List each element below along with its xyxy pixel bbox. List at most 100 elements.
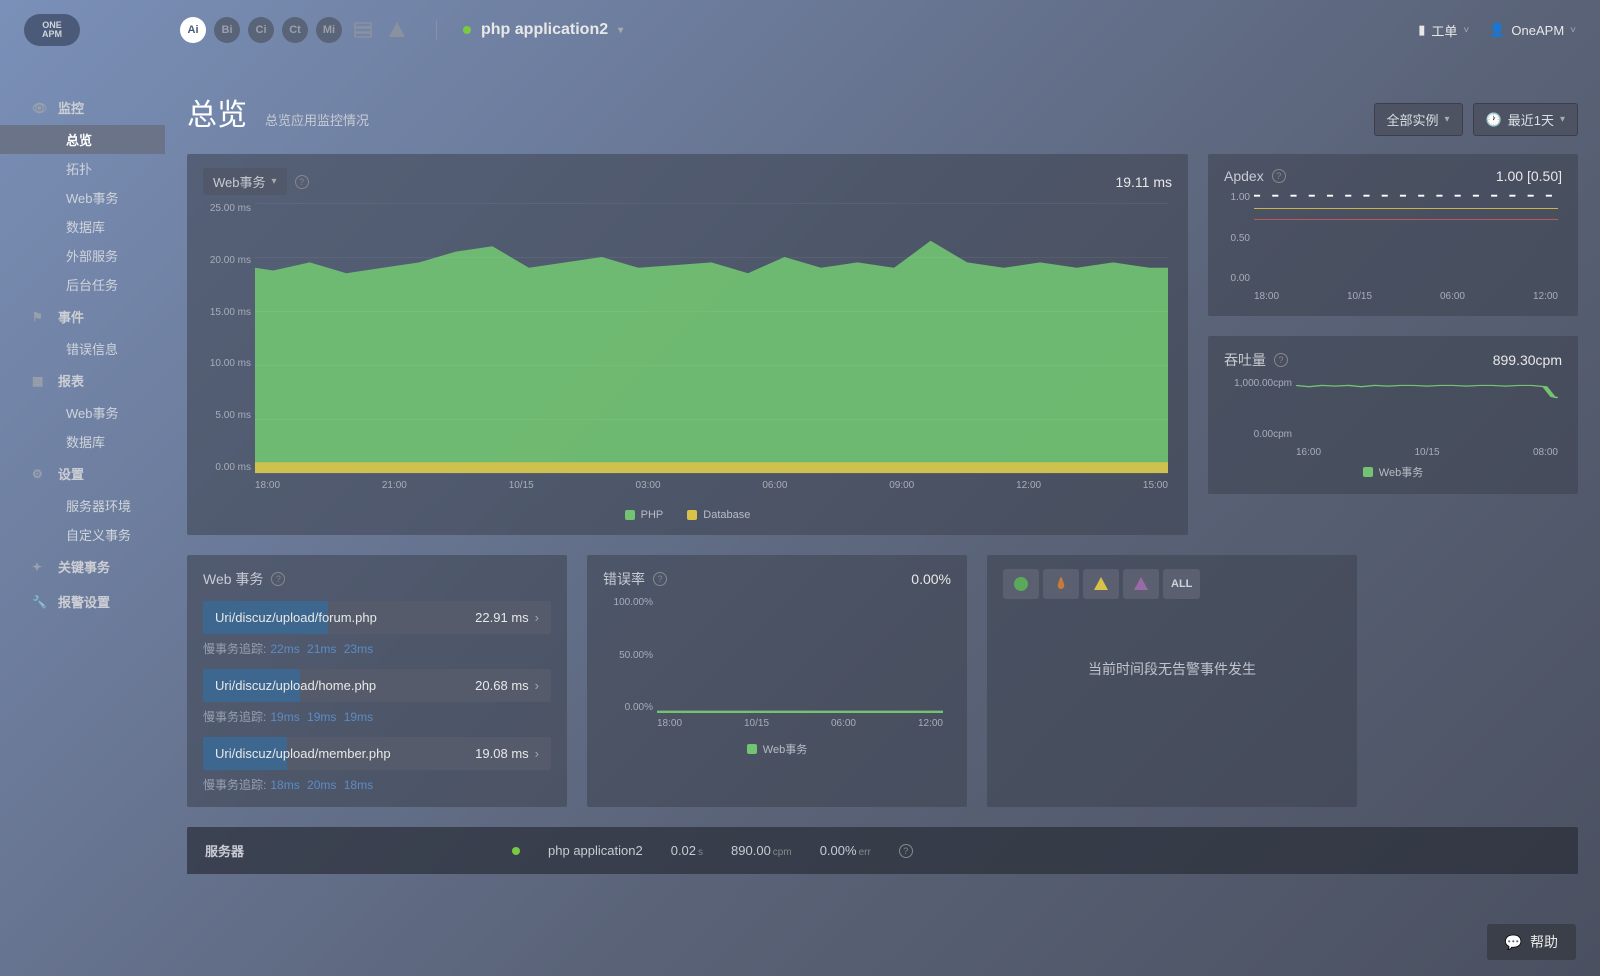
server-icon[interactable] bbox=[350, 17, 376, 43]
divider bbox=[436, 20, 437, 40]
error-legend: Web事务 bbox=[763, 741, 807, 757]
trace-link[interactable]: 18ms bbox=[270, 778, 299, 792]
star-icon: ✦ bbox=[32, 560, 48, 574]
status-dot-icon bbox=[463, 26, 471, 34]
help-icon[interactable]: ? bbox=[653, 572, 667, 586]
nav-item-自定义事务[interactable]: 自定义事务 bbox=[0, 520, 165, 549]
user-label: OneAPM bbox=[1511, 23, 1564, 38]
nav-section-监控[interactable]: 👁监控 bbox=[0, 90, 165, 125]
chevron-down-icon: ˅ bbox=[1570, 25, 1576, 36]
product-mi-icon[interactable]: Mi bbox=[316, 17, 342, 43]
chevron-right-icon: › bbox=[535, 746, 539, 761]
trace-line: 慢事务追踪:19ms 19ms 19ms bbox=[203, 708, 551, 725]
alert-tab-warning[interactable] bbox=[1043, 569, 1079, 599]
product-switcher: Ai Bi Ci Ct Mi bbox=[180, 17, 410, 43]
trace-link[interactable]: 19ms bbox=[307, 710, 336, 724]
document-icon: ▮ bbox=[1418, 22, 1425, 38]
nav-item-Web事务[interactable]: Web事务 bbox=[0, 398, 165, 427]
help-icon[interactable]: ? bbox=[1274, 353, 1288, 367]
trace-link[interactable]: 19ms bbox=[270, 710, 299, 724]
throughput-chart: 1,000.00cpm0.00cpm 16:0010/1508:00 bbox=[1224, 378, 1562, 458]
help-icon[interactable]: ? bbox=[271, 572, 285, 586]
topbar: ONE APM Ai Bi Ci Ct Mi php application2 … bbox=[0, 0, 1600, 60]
alert-tab-ok[interactable] bbox=[1003, 569, 1039, 599]
chart-filter-dropdown[interactable]: Web事务▾ bbox=[203, 168, 287, 195]
help-icon[interactable]: ? bbox=[295, 175, 309, 189]
help-icon[interactable]: ? bbox=[899, 844, 913, 858]
legend-Database[interactable]: Database bbox=[687, 509, 750, 521]
transaction-row[interactable]: Uri/discuz/upload/forum.php22.91 ms› bbox=[203, 601, 551, 634]
trace-link[interactable]: 18ms bbox=[344, 778, 373, 792]
alert-tab-caution[interactable] bbox=[1083, 569, 1119, 599]
alerts-empty-message: 当前时间段无告警事件发生 bbox=[1003, 599, 1341, 739]
nav-item-Web事务[interactable]: Web事务 bbox=[0, 183, 165, 212]
apdex-value: 1.00 [0.50] bbox=[1496, 168, 1562, 184]
server-app-name: php application2 bbox=[548, 843, 643, 858]
web-transactions-panel: Web 事务? Uri/discuz/upload/forum.php22.91… bbox=[187, 555, 567, 807]
transaction-row[interactable]: Uri/discuz/upload/member.php19.08 ms› bbox=[203, 737, 551, 770]
logo-line2: APM bbox=[42, 30, 62, 39]
alerts-panel: ALL 当前时间段无告警事件发生 bbox=[987, 555, 1357, 807]
wrench-icon: 🔧 bbox=[32, 595, 48, 609]
user-icon: 👤 bbox=[1489, 22, 1505, 38]
swatch-icon bbox=[747, 744, 757, 754]
nav-section-设置[interactable]: ⚙设置 bbox=[0, 456, 165, 491]
server-throughput: 890.00cpm bbox=[731, 843, 792, 858]
trace-line: 慢事务追踪:18ms 20ms 18ms bbox=[203, 776, 551, 793]
tickets-link[interactable]: ▮ 工单 ˅ bbox=[1418, 21, 1469, 40]
nav-section-关键事务[interactable]: ✦关键事务 bbox=[0, 549, 165, 584]
nav-item-外部服务[interactable]: 外部服务 bbox=[0, 241, 165, 270]
chevron-down-icon: ▾ bbox=[1560, 114, 1565, 125]
transaction-row[interactable]: Uri/discuz/upload/home.php20.68 ms› bbox=[203, 669, 551, 702]
trace-link[interactable]: 23ms bbox=[344, 642, 373, 656]
trace-link[interactable]: 22ms bbox=[270, 642, 299, 656]
chevron-right-icon: › bbox=[535, 610, 539, 625]
page-subtitle: 总览应用监控情况 bbox=[265, 110, 369, 129]
page-title: 总览 bbox=[187, 90, 247, 134]
product-ct-icon[interactable]: Ct bbox=[282, 17, 308, 43]
product-ai-icon[interactable]: Ai bbox=[180, 17, 206, 43]
time-range-selector[interactable]: 🕐最近1天▾ bbox=[1473, 103, 1578, 136]
nav-section-事件[interactable]: ⚑事件 bbox=[0, 299, 165, 334]
trace-link[interactable]: 20ms bbox=[307, 778, 336, 792]
nav-item-错误信息[interactable]: 错误信息 bbox=[0, 334, 165, 363]
nav-item-服务器环境[interactable]: 服务器环境 bbox=[0, 491, 165, 520]
chevron-right-icon: › bbox=[535, 678, 539, 693]
nav-item-数据库[interactable]: 数据库 bbox=[0, 427, 165, 456]
throughput-value: 899.30cpm bbox=[1493, 352, 1562, 368]
brand-logo[interactable]: ONE APM bbox=[24, 14, 80, 46]
nav-section-报警设置[interactable]: 🔧报警设置 bbox=[0, 584, 165, 619]
user-menu[interactable]: 👤 OneAPM ˅ bbox=[1489, 22, 1576, 38]
help-icon[interactable]: ? bbox=[1272, 169, 1286, 183]
help-label: 帮助 bbox=[1530, 932, 1558, 952]
trace-link[interactable]: 19ms bbox=[344, 710, 373, 724]
grid-icon: ▦ bbox=[32, 374, 48, 388]
nav-section-报表[interactable]: ▦报表 bbox=[0, 363, 165, 398]
legend-PHP[interactable]: PHP bbox=[625, 509, 664, 521]
alert-tab-critical[interactable] bbox=[1123, 569, 1159, 599]
help-button[interactable]: 💬 帮助 bbox=[1487, 924, 1576, 960]
app-selector[interactable]: php application2 ▾ bbox=[463, 21, 623, 39]
apdex-panel: Apdex? 1.00 [0.50] 1.000.500.00 18: bbox=[1208, 154, 1578, 316]
server-response-time: 0.02s bbox=[671, 843, 703, 858]
nav-item-数据库[interactable]: 数据库 bbox=[0, 212, 165, 241]
chevron-down-icon: ˅ bbox=[1463, 25, 1469, 36]
warning-icon[interactable] bbox=[384, 17, 410, 43]
app-name: php application2 bbox=[481, 21, 608, 39]
error-chart: 100.00%50.00%0.00% 18:0010/1506:0012:00 … bbox=[603, 597, 951, 757]
alert-tab-all[interactable]: ALL bbox=[1163, 569, 1200, 599]
nav-item-后台任务[interactable]: 后台任务 bbox=[0, 270, 165, 299]
trace-link[interactable]: 21ms bbox=[307, 642, 336, 656]
product-ci-icon[interactable]: Ci bbox=[248, 17, 274, 43]
error-rate-panel: 错误率? 0.00% 100.00%50.00%0.00% 18:0010/15… bbox=[587, 555, 967, 807]
nav-item-总览[interactable]: 总览 bbox=[0, 125, 165, 154]
nav-item-拓扑[interactable]: 拓扑 bbox=[0, 154, 165, 183]
flag-icon: ⚑ bbox=[32, 310, 48, 324]
instances-selector[interactable]: 全部实例▾ bbox=[1374, 103, 1463, 136]
apdex-title: Apdex bbox=[1224, 168, 1264, 184]
tickets-label: 工单 bbox=[1431, 21, 1457, 40]
product-bi-icon[interactable]: Bi bbox=[214, 17, 240, 43]
eye-icon: 👁 bbox=[32, 101, 48, 115]
sidebar: 👁监控总览拓扑Web事务数据库外部服务后台任务⚑事件错误信息▦报表Web事务数据… bbox=[0, 60, 165, 976]
status-dot-icon bbox=[512, 847, 520, 855]
